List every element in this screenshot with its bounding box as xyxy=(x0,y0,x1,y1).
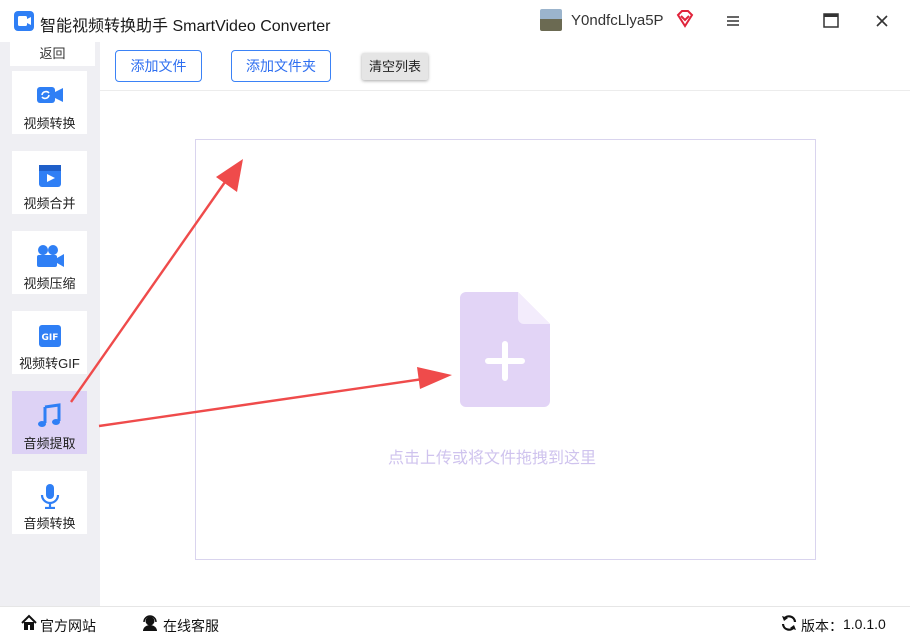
sidebar-item-video-compress[interactable]: 视频压缩 xyxy=(12,231,87,294)
svg-text:GIF: GIF xyxy=(42,333,59,343)
sidebar-item-label: 音频转换 xyxy=(23,516,76,531)
gif-icon: GIF xyxy=(35,323,65,349)
app-logo-icon xyxy=(14,11,34,31)
version-label: 版本： xyxy=(801,618,843,634)
maximize-icon[interactable] xyxy=(820,10,842,32)
video-compress-icon xyxy=(35,243,65,269)
music-note-icon xyxy=(35,403,65,429)
close-icon[interactable] xyxy=(871,10,893,32)
sidebar-item-video-merge[interactable]: 视频合并 xyxy=(12,151,87,214)
drop-hint-text[interactable]: 点击上传或将文件拖拽到这里 xyxy=(388,444,624,468)
divider xyxy=(100,90,910,91)
sidebar-item-video-convert[interactable]: 视频转换 xyxy=(12,71,87,134)
username[interactable]: Y0ndfcLlya5P xyxy=(571,12,664,29)
sidebar-item-label: 视频压缩 xyxy=(23,276,76,291)
sidebar-item-label: 视频转换 xyxy=(23,116,76,131)
support-link[interactable]: 在线客服 xyxy=(163,616,219,636)
title-bar: 智能视频转换助手 SmartVideo Converter Y0ndfcLlya… xyxy=(0,0,910,42)
sidebar-item-audio-extract[interactable]: 音频提取 xyxy=(12,391,87,454)
add-folder-button[interactable]: 添加文件夹 xyxy=(231,50,331,82)
version-value: 1.0.1.0 xyxy=(843,616,886,632)
sidebar-item-label: 视频转GIF xyxy=(19,356,80,371)
sidebar-item-video-to-gif[interactable]: GIF 视频转GIF xyxy=(12,311,87,374)
back-button[interactable]: 返回 xyxy=(10,42,95,66)
status-bar: 官方网站 在线客服 版本： 1.0.1.0 xyxy=(0,606,910,641)
website-link[interactable]: 官方网站 xyxy=(40,616,96,636)
avatar[interactable] xyxy=(540,9,562,31)
video-convert-icon xyxy=(35,83,65,109)
sidebar: 返回 视频转换 视频合并 视频压缩 GIF 视频转GIF 音频提取 音频转换 xyxy=(0,42,100,606)
clear-list-button[interactable]: 清空列表 xyxy=(362,53,428,80)
sidebar-item-label: 视频合并 xyxy=(23,196,76,211)
microphone-icon xyxy=(35,483,65,510)
support-icon[interactable] xyxy=(141,614,159,637)
add-file-button[interactable]: 添加文件 xyxy=(115,50,202,82)
sidebar-item-audio-convert[interactable]: 音频转换 xyxy=(12,471,87,534)
video-merge-icon xyxy=(35,163,65,189)
sidebar-item-label: 音频提取 xyxy=(23,436,76,451)
add-file-icon[interactable] xyxy=(460,292,550,412)
refresh-icon[interactable] xyxy=(780,614,798,637)
menu-icon[interactable] xyxy=(722,10,744,32)
home-icon[interactable] xyxy=(20,614,38,637)
vip-diamond-icon[interactable] xyxy=(675,9,695,34)
app-title: 智能视频转换助手 SmartVideo Converter xyxy=(40,18,331,35)
